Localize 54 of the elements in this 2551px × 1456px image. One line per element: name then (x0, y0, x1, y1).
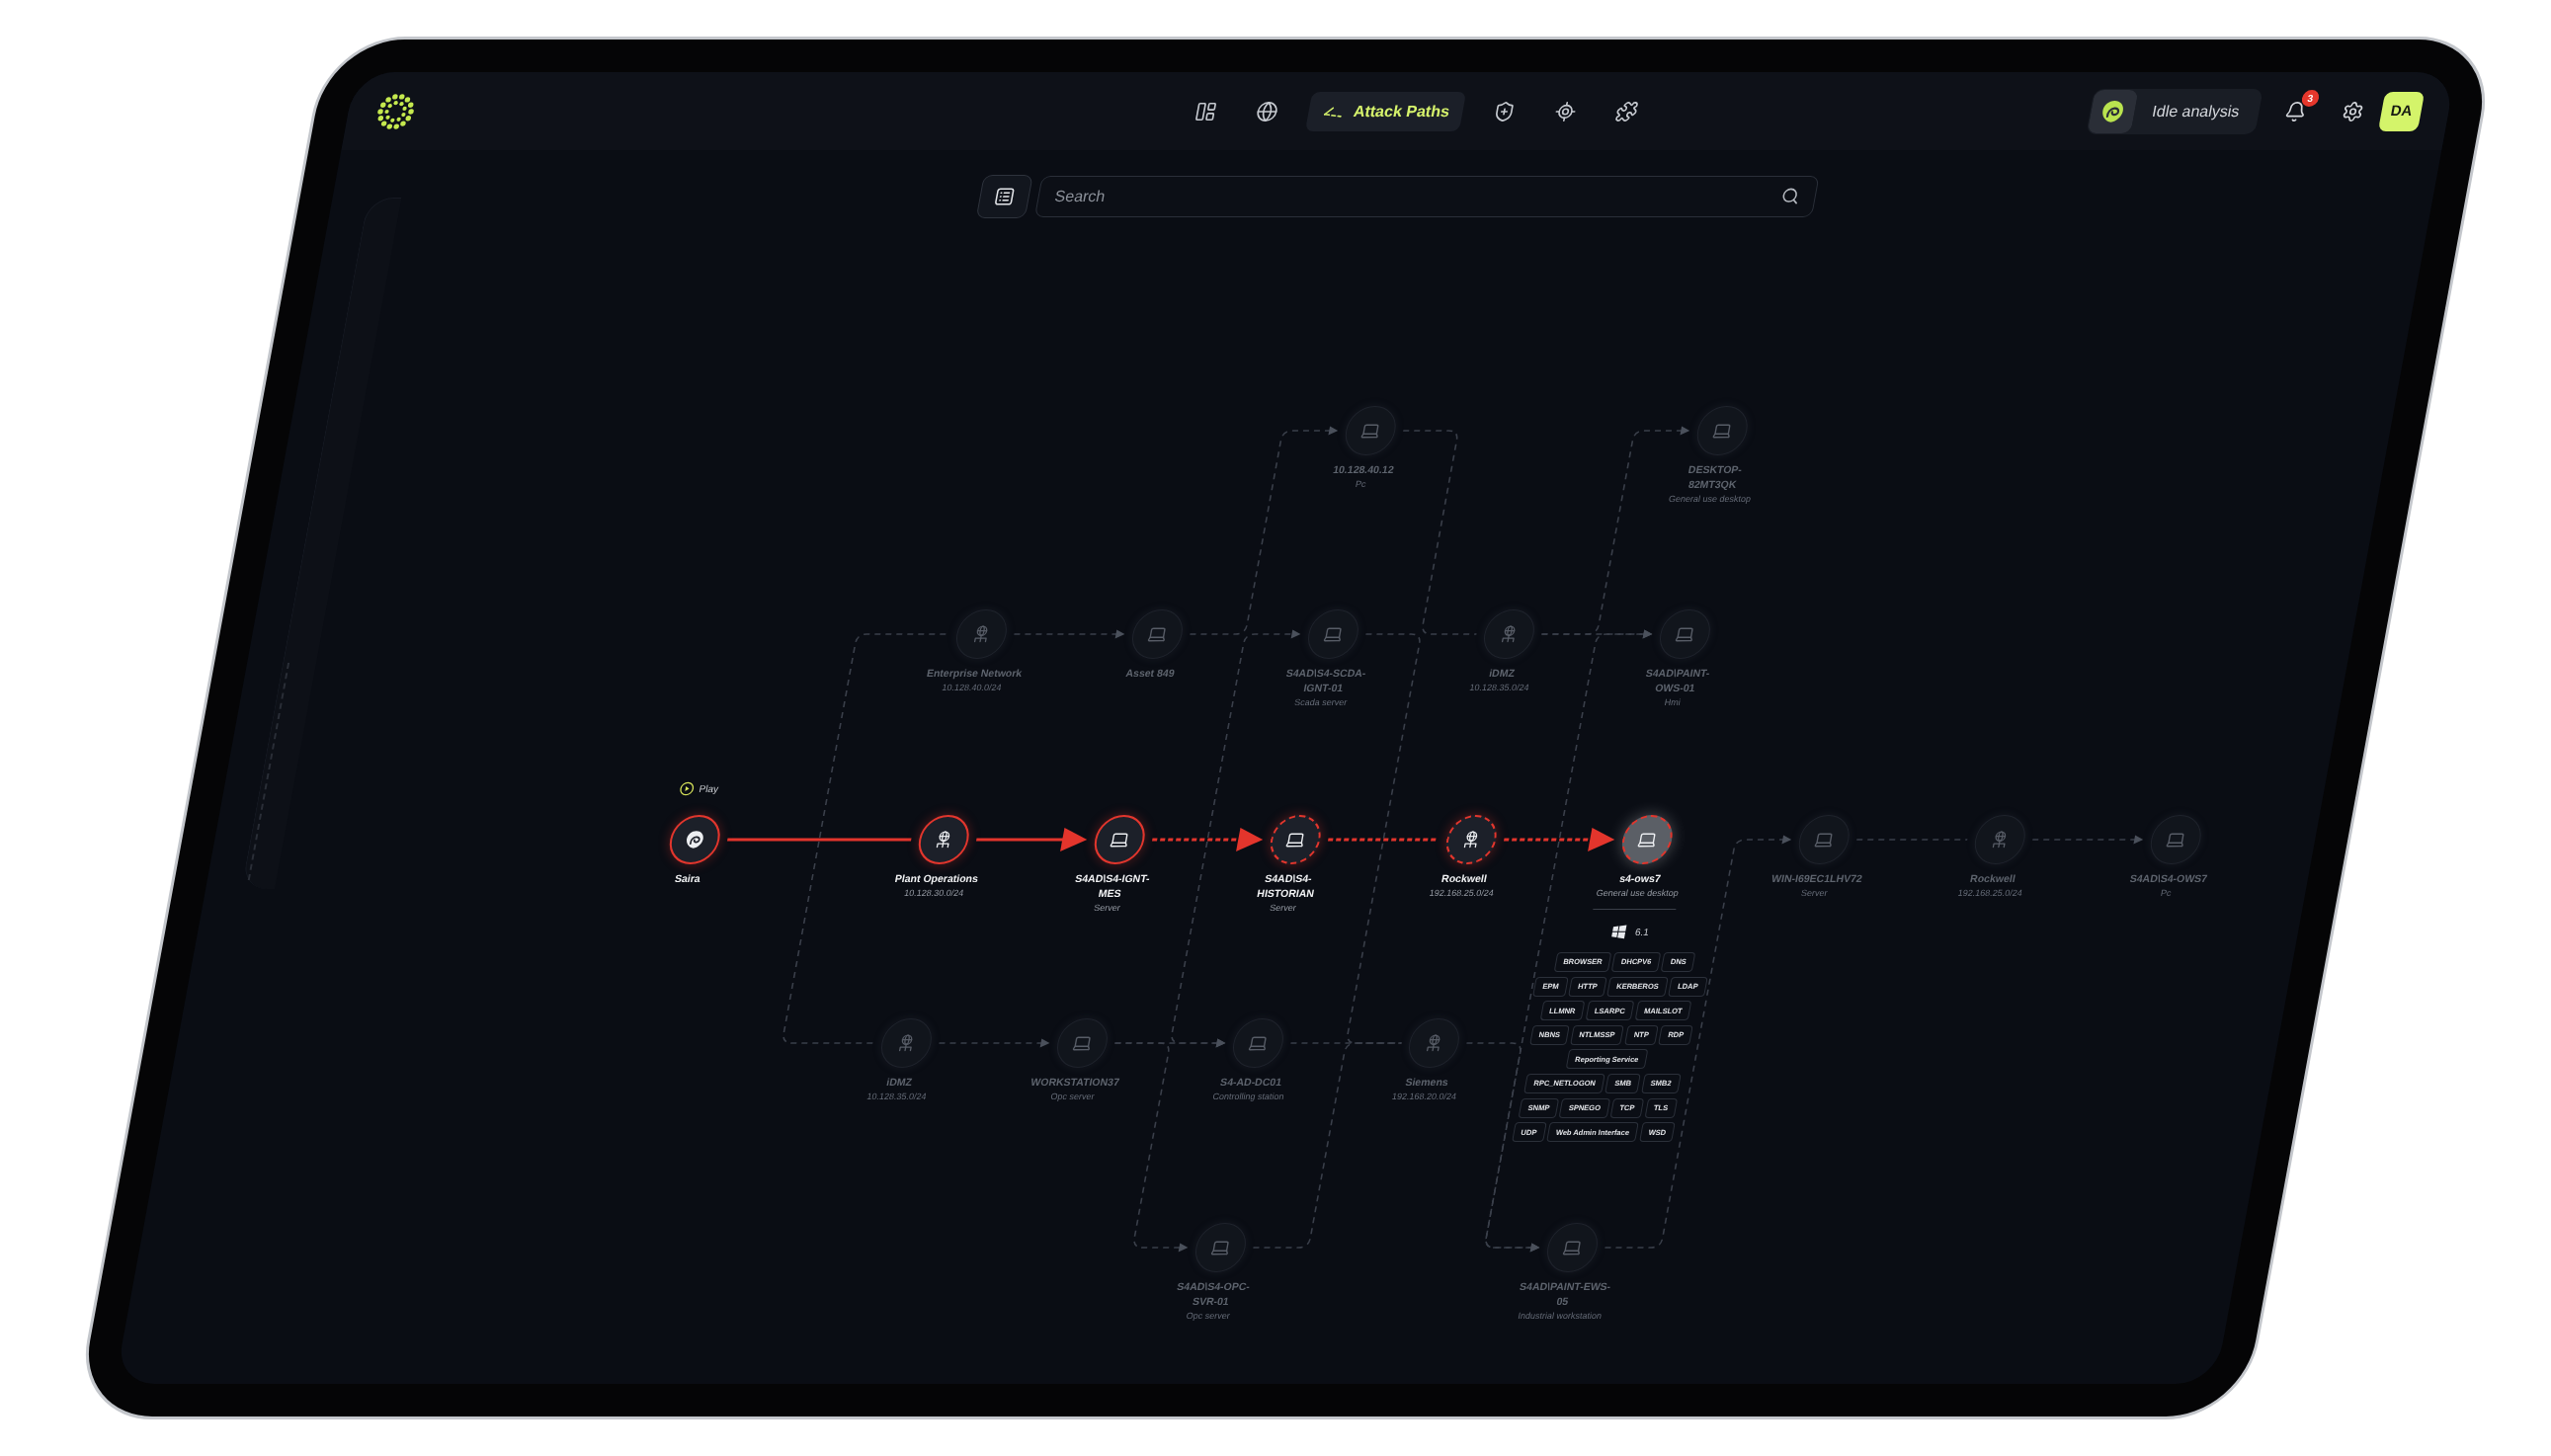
node-label: Plant Operations (893, 871, 980, 886)
four-squares-icon (1609, 924, 1628, 939)
node-subtitle: Hmi (1663, 696, 1683, 709)
node-subtitle: Pc (2159, 887, 2173, 900)
user-avatar[interactable]: DA (2377, 91, 2426, 131)
node-subtitle: 10.128.40.0/24 (941, 682, 1003, 694)
node-label: S4AD\S4-OPC-SVR-01 (1175, 1279, 1253, 1309)
node-label: S4AD\PAINT-EWS-05 (1518, 1279, 1613, 1309)
node-label: S4AD\S4-SCDA-IGNT-01 (1283, 666, 1368, 695)
play-icon (678, 781, 697, 796)
puzzle-icon (1614, 100, 1641, 122)
node-subtitle: 192.168.20.0/24 (1390, 1091, 1458, 1103)
node-label: S4AD\S4-OWS7 (2128, 871, 2209, 886)
node-label: s4-ows7 (1617, 871, 1663, 886)
nav-tab[interactable]: Attack Paths (1304, 91, 1467, 131)
node-subtitle: Server (1092, 902, 1122, 915)
node-label: S4AD\S4-IGNT-MES (1073, 871, 1152, 901)
node-subtitle: General use desktop (1595, 887, 1681, 900)
play-button[interactable]: Play (678, 781, 720, 796)
node-label: 10.128.40.12 (1331, 462, 1396, 477)
node-subtitle: General use desktop (1667, 493, 1753, 506)
search-field[interactable]: Search (1033, 176, 1820, 217)
node-label: Siemens (1404, 1075, 1450, 1090)
node-subtitle: Controlling station (1211, 1091, 1285, 1103)
notification-badge: 3 (2300, 89, 2321, 107)
analysis-status-button[interactable]: Idle analysis (2086, 88, 2263, 134)
node-subtitle: Server (1799, 887, 1829, 900)
node-subtitle: 192.168.25.0/24 (1956, 887, 2024, 900)
os-version: 6.1 (1633, 925, 1651, 939)
globe-icon (1254, 100, 1280, 122)
node-label: S4AD\S4-HISTORIAN (1255, 871, 1317, 901)
node-label: Rockwell (1440, 871, 1489, 886)
node-label: WIN-I69EC1LHV72 (1769, 871, 1864, 886)
node-subtitle: 192.168.25.0/24 (1428, 887, 1496, 900)
node-label: Saira (673, 871, 702, 886)
node-label: Asset 849 (1124, 666, 1177, 681)
node-subtitle: Server (1268, 902, 1298, 915)
node-label: Rockwell (1968, 871, 2017, 886)
node-label: iDMZ (885, 1075, 914, 1090)
node-subtitle: 10.128.35.0/24 (865, 1091, 928, 1103)
node-label: S4AD\PAINT-OWS-01 (1643, 666, 1712, 695)
node-subtitle: 10.128.30.0/24 (902, 887, 965, 900)
node-subtitle: Scada server (1292, 696, 1349, 709)
layout-icon (1193, 100, 1219, 122)
node-subtitle: 10.128.35.0/24 (1468, 682, 1530, 694)
node-subtitle: Opc server (1049, 1091, 1096, 1103)
node-subtitle: Opc server (1185, 1310, 1232, 1323)
node-label: Enterprise Network (925, 666, 1024, 681)
node-subtitle: Industrial workstation (1517, 1310, 1604, 1323)
node-label: DESKTOP-82MT3QK (1686, 462, 1745, 492)
node-label: S4-AD-DC01 (1218, 1075, 1283, 1090)
node-subtitle: Pc (1354, 478, 1367, 491)
node-label: iDMZ (1487, 666, 1517, 681)
node-label: WORKSTATION37 (1029, 1075, 1121, 1090)
